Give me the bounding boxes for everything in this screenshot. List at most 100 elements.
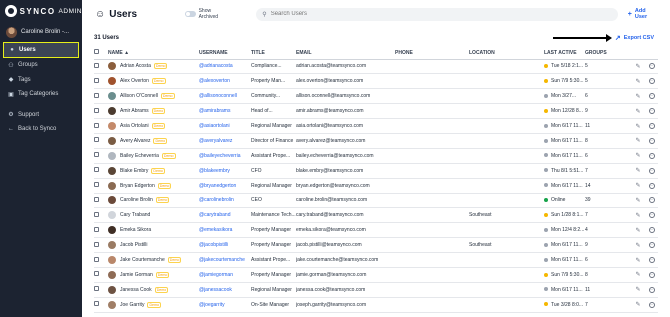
row-checkbox[interactable] (94, 271, 99, 277)
more-options-icon[interactable]: ⋯ (645, 59, 658, 75)
user-name[interactable]: Joe Garrity (120, 302, 144, 308)
column-header-title[interactable]: TITLE (251, 47, 296, 60)
more-options-icon[interactable]: ⋯ (645, 118, 658, 134)
export-csv-button[interactable]: ↗ Export CSV (615, 34, 654, 42)
edit-icon[interactable]: ✎ (631, 178, 645, 194)
edit-icon[interactable]: ✎ (631, 207, 645, 224)
row-checkbox[interactable] (94, 77, 99, 83)
username-cell[interactable]: @bryanedgerton (199, 178, 251, 194)
user-name[interactable]: Adrian Acosta (120, 63, 151, 69)
table-row[interactable]: Cary Traband @carytraband Maintenance Tech… (94, 207, 658, 224)
edit-icon[interactable]: ✎ (631, 297, 645, 313)
table-row[interactable]: Janessa Cook Demo @janessacook Regional Man… (94, 282, 658, 298)
username-cell[interactable]: @carolinebrolin (199, 193, 251, 209)
table-row[interactable]: Amir Abrams Demo @amirabrams Head of... amir… (94, 103, 658, 120)
user-name[interactable]: Bailey Echeverria (120, 153, 159, 159)
table-row[interactable]: Alex Overton Demo @alexoverton Property Man… (94, 73, 658, 90)
more-options-icon[interactable]: ⋯ (645, 103, 658, 120)
sidebar-item-tags[interactable]: ◆ Tags (0, 73, 82, 88)
table-row[interactable]: Jake Courtemanche Demo @jakecourtemanche As… (94, 252, 658, 268)
row-checkbox[interactable] (94, 107, 99, 113)
table-row[interactable]: Bryan Edgerton Demo @bryanedgerton Regional… (94, 178, 658, 194)
edit-icon[interactable]: ✎ (631, 88, 645, 105)
row-checkbox[interactable] (94, 301, 99, 307)
more-options-icon[interactable]: ⋯ (645, 222, 658, 239)
user-name[interactable]: Asia Ortolani (120, 123, 149, 129)
column-header-name[interactable]: NAME ▲ (108, 47, 199, 60)
edit-icon[interactable]: ✎ (631, 59, 645, 75)
user-name[interactable]: Emeka Sikora (120, 227, 151, 233)
row-checkbox[interactable] (94, 152, 99, 158)
user-name[interactable]: Cary Traband (120, 212, 150, 218)
more-options-icon[interactable]: ⋯ (645, 297, 658, 313)
username-cell[interactable]: @blakeembry (199, 163, 251, 179)
user-name[interactable]: Amir Abrams (120, 108, 149, 114)
table-row[interactable]: Jamie Gorman Demo @jamiegorman Property Man… (94, 267, 658, 283)
more-options-icon[interactable]: ⋯ (645, 163, 658, 179)
edit-icon[interactable]: ✎ (631, 282, 645, 298)
column-header-email[interactable]: EMAIL (296, 47, 395, 60)
row-checkbox[interactable] (94, 286, 99, 292)
user-name[interactable]: Allison O'Connell (120, 93, 158, 99)
table-row[interactable]: Bailey Echeverria Demo @baileyecheverria As… (94, 148, 658, 164)
username-cell[interactable]: @carytraband (199, 207, 251, 224)
more-options-icon[interactable]: ⋯ (645, 282, 658, 298)
username-cell[interactable]: @averyalvarez (199, 133, 251, 149)
search-input[interactable] (270, 11, 611, 17)
username-cell[interactable]: @alexoverton (199, 73, 251, 90)
row-checkbox[interactable] (94, 122, 99, 128)
user-name[interactable]: Jamie Gorman (120, 272, 153, 278)
username-cell[interactable]: @baileyecheverria (199, 148, 251, 164)
row-checkbox[interactable] (94, 167, 99, 173)
username-cell[interactable]: @jakecourtemanche (199, 252, 251, 268)
user-name[interactable]: Janessa Cook (120, 287, 152, 293)
row-checkbox[interactable] (94, 92, 99, 98)
more-options-icon[interactable]: ⋯ (645, 88, 658, 105)
edit-icon[interactable]: ✎ (631, 267, 645, 283)
username-cell[interactable]: @adrianacosta (199, 59, 251, 75)
user-name[interactable]: Bryan Edgerton (120, 183, 155, 189)
row-checkbox[interactable] (94, 211, 99, 217)
edit-icon[interactable]: ✎ (631, 73, 645, 90)
username-cell[interactable]: @jacobpistilli (199, 237, 251, 254)
edit-icon[interactable]: ✎ (631, 133, 645, 149)
table-row[interactable]: Allison O'Connell Demo @allisonoconnell Com… (94, 88, 658, 105)
show-archived-toggle[interactable] (185, 11, 196, 17)
more-options-icon[interactable]: ⋯ (645, 133, 658, 149)
row-checkbox[interactable] (94, 62, 99, 68)
edit-icon[interactable]: ✎ (631, 193, 645, 209)
more-options-icon[interactable]: ⋯ (645, 207, 658, 224)
more-options-icon[interactable]: ⋯ (645, 267, 658, 283)
more-options-icon[interactable]: ⋯ (645, 252, 658, 268)
user-name[interactable]: Blake Embry (120, 168, 148, 174)
column-header-last-active[interactable]: LAST ACTIVE (544, 47, 585, 60)
sidebar-item-support[interactable]: ⚙ Support (0, 108, 82, 123)
more-options-icon[interactable]: ⋯ (645, 73, 658, 90)
column-header-phone[interactable]: PHONE (395, 47, 469, 60)
edit-icon[interactable]: ✎ (631, 148, 645, 164)
column-header-location[interactable]: LOCATION (469, 47, 544, 60)
user-name[interactable]: Caroline Brolin (120, 197, 153, 203)
sidebar-item-tag-categories[interactable]: ▣ Tag Categories (0, 87, 82, 102)
row-checkbox[interactable] (94, 256, 99, 262)
table-row[interactable]: Emeka Sikora @emekasikora Property Manager… (94, 222, 658, 239)
more-options-icon[interactable]: ⋯ (645, 193, 658, 209)
more-options-icon[interactable]: ⋯ (645, 237, 658, 254)
row-checkbox[interactable] (94, 241, 99, 247)
username-cell[interactable]: @emekasikora (199, 222, 251, 239)
username-cell[interactable]: @asiaortolani (199, 118, 251, 134)
row-checkbox[interactable] (94, 137, 99, 143)
sidebar-item-back-to-synco[interactable]: ← Back to Synco (0, 122, 82, 137)
username-cell[interactable]: @jamiegorman (199, 267, 251, 283)
edit-icon[interactable]: ✎ (631, 237, 645, 254)
table-row[interactable]: Blake Embry Demo @blakeembry CFO blake.embry… (94, 163, 658, 179)
column-header-groups[interactable]: GROUPS (585, 47, 631, 60)
add-user-button[interactable]: + Add User (628, 8, 658, 20)
row-checkbox[interactable] (94, 196, 99, 202)
edit-icon[interactable]: ✎ (631, 252, 645, 268)
select-all-checkbox[interactable] (94, 49, 99, 55)
profile-menu[interactable]: Caroline Brolin -... (0, 23, 82, 41)
table-row[interactable]: Jacob Pistilli @jacobpistilli Property Man… (94, 237, 658, 254)
edit-icon[interactable]: ✎ (631, 103, 645, 120)
user-name[interactable]: Jake Courtemanche (120, 257, 165, 263)
